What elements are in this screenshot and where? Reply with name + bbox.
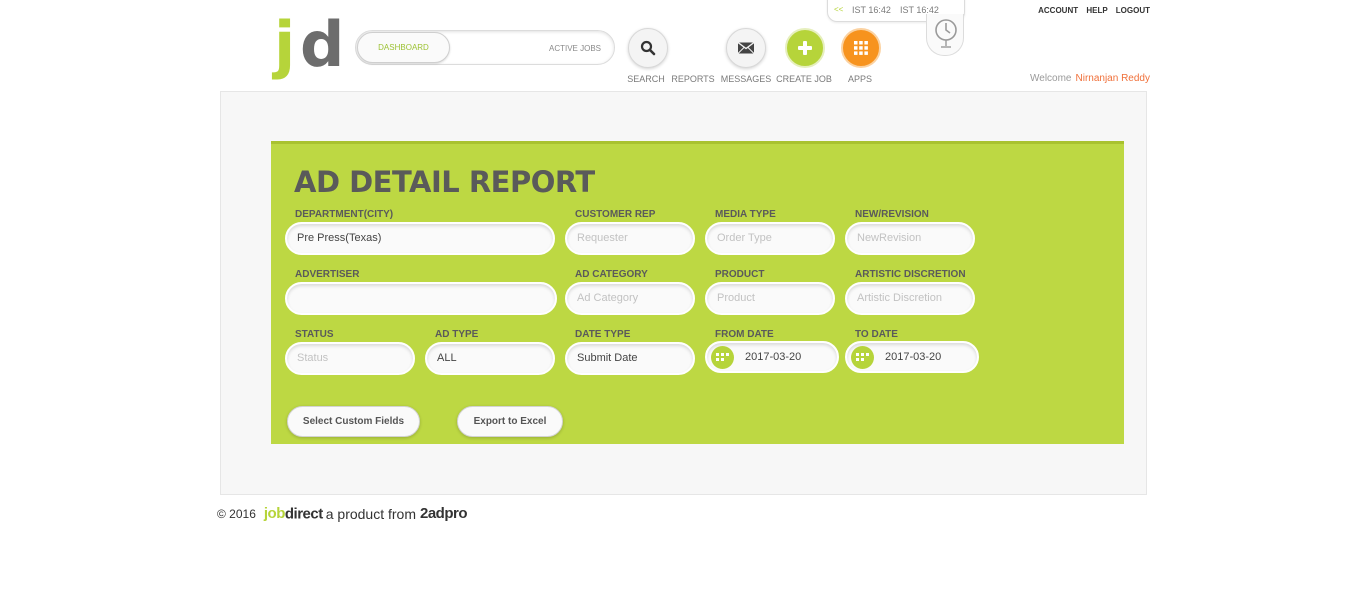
- ad-type-select[interactable]: ALL: [425, 342, 555, 375]
- brand-direct: direct: [284, 505, 323, 523]
- date-type-label: DATE TYPE: [575, 329, 631, 340]
- department-select[interactable]: Pre Press(Texas): [285, 222, 555, 255]
- envelope-icon: [737, 41, 755, 54]
- select-custom-fields-button[interactable]: Select Custom Fields: [287, 406, 420, 437]
- to-date-label: TO DATE: [855, 329, 898, 340]
- account-link[interactable]: ACCOUNT: [1038, 6, 1078, 15]
- ad-detail-report-panel: AD DETAIL REPORT DEPARTMENT(CITY) Pre Pr…: [271, 141, 1124, 444]
- from-date-input[interactable]: 2017-03-20: [705, 341, 839, 373]
- footer-tagline: a product from: [325, 505, 416, 522]
- artistic-discretion-label: ARTISTIC DISCRETION: [855, 269, 966, 280]
- calendar-icon[interactable]: [851, 346, 874, 369]
- logo-j: j: [274, 8, 295, 81]
- logout-link[interactable]: LOGOUT: [1116, 6, 1150, 15]
- from-date-value: 2017-03-20: [745, 351, 802, 363]
- calendar-icon[interactable]: [711, 346, 734, 369]
- product-label: PRODUCT: [715, 269, 765, 280]
- search-button[interactable]: [628, 28, 668, 68]
- ad-type-label: AD TYPE: [435, 329, 479, 340]
- dashboard-toggle-option[interactable]: DASHBOARD: [357, 32, 450, 63]
- messages-button[interactable]: [726, 28, 766, 68]
- view-toggle[interactable]: DASHBOARD ACTIVE JOBS: [355, 30, 615, 65]
- brand-job: job: [263, 505, 286, 523]
- page-title: AD DETAIL REPORT: [294, 165, 595, 199]
- to-date-value: 2017-03-20: [885, 351, 942, 363]
- status-label: STATUS: [295, 329, 334, 340]
- logo-d: d: [300, 8, 345, 81]
- partner-brand: 2adpro: [420, 505, 468, 523]
- active-jobs-toggle-option[interactable]: ACTIVE JOBS: [536, 31, 614, 64]
- grid-icon: [854, 41, 868, 55]
- apps-label[interactable]: APPS: [825, 74, 895, 84]
- search-icon: [640, 40, 656, 56]
- advertiser-input[interactable]: [285, 282, 557, 315]
- collapse-arrow[interactable]: <<: [834, 5, 843, 14]
- customer-rep-label: CUSTOMER REP: [575, 209, 656, 220]
- advertiser-label: ADVERTISER: [295, 269, 360, 280]
- jd-logo[interactable]: j d: [274, 14, 344, 76]
- media-type-input[interactable]: Order Type: [705, 222, 835, 255]
- status-input[interactable]: Status: [285, 342, 415, 375]
- clock-icon: [935, 19, 957, 48]
- from-date-label: FROM DATE: [715, 329, 774, 340]
- welcome-label: Welcome: [1030, 73, 1072, 84]
- artistic-discretion-input[interactable]: Artistic Discretion: [845, 282, 975, 315]
- ad-category-input[interactable]: Ad Category: [565, 282, 695, 315]
- footer: © 2016 jobdirect a product from 2adpro: [217, 505, 468, 523]
- welcome-message: Welcome Nirnanjan Reddy: [1030, 73, 1150, 84]
- plus-icon: [798, 41, 812, 55]
- time-1: IST 16:42: [852, 5, 891, 15]
- apps-button[interactable]: [841, 28, 881, 68]
- export-to-excel-button[interactable]: Export to Excel: [457, 406, 563, 437]
- create-job-button[interactable]: [785, 28, 825, 68]
- world-clock-button[interactable]: [926, 14, 964, 56]
- to-date-input[interactable]: 2017-03-20: [845, 341, 979, 373]
- department-label: DEPARTMENT(CITY): [295, 209, 394, 220]
- media-type-label: MEDIA TYPE: [715, 209, 776, 220]
- ad-category-label: AD CATEGORY: [575, 269, 648, 280]
- product-input[interactable]: Product: [705, 282, 835, 315]
- top-links: ACCOUNT HELP LOGOUT: [1032, 6, 1150, 15]
- copyright: © 2016: [217, 506, 256, 521]
- customer-rep-input[interactable]: Requester: [565, 222, 695, 255]
- new-revision-label: NEW/REVISION: [855, 209, 929, 220]
- new-revision-input[interactable]: NewRevision: [845, 222, 975, 255]
- user-name[interactable]: Nirnanjan Reddy: [1076, 73, 1151, 84]
- help-link[interactable]: HELP: [1086, 6, 1107, 15]
- date-type-select[interactable]: Submit Date: [565, 342, 695, 375]
